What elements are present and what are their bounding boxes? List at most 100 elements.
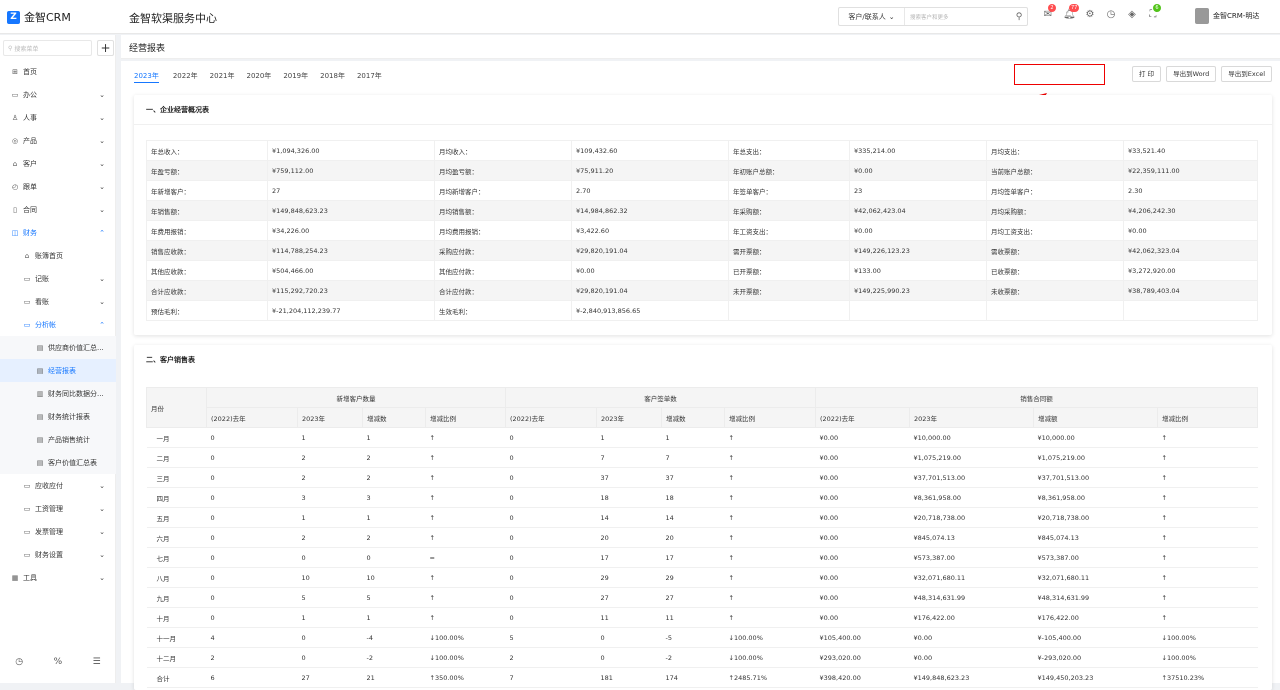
sidebar-item-product[interactable]: ◎ 产品 ⌄ xyxy=(0,129,116,152)
tab-2019[interactable]: 2019年 xyxy=(277,69,314,83)
summary-value: ¥1,094,326.00 xyxy=(267,140,435,161)
sidebar: ⚲ 搜索菜单 + ⊞ 首页 ▭ 办公 ⌄ ♙ 人事 ⌄ ◎ 产品 ⌄ ⌂ 客户 ⌄ ◴ 跟单 ⌄ ▯ 合同… xyxy=(0,35,116,683)
logo[interactable]: Z 金智CRM xyxy=(7,9,71,25)
search-type-select[interactable]: 客户/联系人 ⌄ xyxy=(839,8,905,25)
sidebar-item-tools[interactable]: ▦ 工具 ⌄ xyxy=(0,566,116,589)
skin-icon[interactable]: ◈ xyxy=(1126,9,1138,21)
table-cell: ↑ xyxy=(724,467,816,488)
summary-row: 年总收入： ¥1,094,326.00 月均收入： ¥109,432.60 年总支出： ¥… xyxy=(146,140,1258,161)
table-row: 八月 0 10 10 ↑ 0 29 29 ↑ ¥0.00 ¥32,071,680.11 ¥32,071… xyxy=(146,567,1258,588)
sub-header: 增减额 xyxy=(1033,407,1158,428)
table-cell: ¥-293,020.00 xyxy=(1033,647,1158,668)
summary-value: 27 xyxy=(267,180,435,201)
table-cell: 7 xyxy=(596,447,662,468)
bell-icon[interactable]: 🔔︎ 77 xyxy=(1063,4,1080,21)
sidebar-item-label: 应收应付 xyxy=(35,481,63,490)
sidebar-item-customer[interactable]: ⌂ 客户 ⌄ xyxy=(0,152,116,175)
summary-label: 年采购额： xyxy=(728,200,850,221)
table-cell: ↑ xyxy=(425,607,506,628)
sidebar-item-finance-yoy[interactable]: ▥ 财务同比数据分... xyxy=(0,382,116,405)
table-cell: ¥0.00 xyxy=(815,527,910,548)
month-header: 月份 xyxy=(146,387,207,428)
table-cell: ↑ xyxy=(724,547,816,568)
sidebar-item-record[interactable]: ▭ 记账 ⌄ xyxy=(0,267,116,290)
add-button[interactable]: + xyxy=(97,40,114,56)
sidebar-item-receivable[interactable]: ▭ 应收应付 ⌄ xyxy=(0,474,116,497)
search-icon[interactable]: ⚲ xyxy=(1011,8,1027,25)
table-cell: 3 xyxy=(297,487,363,508)
chevron-down-icon: ⌄ xyxy=(99,182,105,191)
sidebar-item-finance-settings[interactable]: ▭ 财务设置 ⌄ xyxy=(0,543,116,566)
export-excel-button[interactable]: 导出到Excel xyxy=(1221,66,1272,82)
menu-search-input[interactable]: ⚲ 搜索菜单 xyxy=(3,40,92,56)
month-cell: 三月 xyxy=(146,467,207,488)
settings-icon[interactable]: ⚙ xyxy=(1084,9,1096,21)
sidebar-item-finance-stats[interactable]: ▤ 财务统计报表 xyxy=(0,405,116,428)
main-area: 经营报表 2023年 2022年 2021年 2020年 2019年 2018年… xyxy=(121,35,1280,690)
sidebar-item-business-report[interactable]: ▤ 经营报表 xyxy=(0,359,116,382)
summary-label xyxy=(728,300,850,321)
sub-header: (2022)去年 xyxy=(505,407,597,428)
percent-icon[interactable]: % xyxy=(54,657,63,667)
sidebar-item-supplier-value[interactable]: ▤ 供应商价值汇总... xyxy=(0,336,116,359)
settings-icon: ▭ xyxy=(23,550,31,559)
summary-row: 预估毛利： ¥-21,204,112,239.77 生效毛利： ¥-2,840,913… xyxy=(146,300,1258,321)
table-cell: 29 xyxy=(661,567,725,588)
table-cell: 14 xyxy=(596,507,662,528)
search-input[interactable]: 搜索客户和更多 xyxy=(905,13,1011,21)
sub-header: 增减数 xyxy=(362,407,426,428)
sidebar-item-label: 合同 xyxy=(23,205,37,214)
export-word-button[interactable]: 导出到Word xyxy=(1166,66,1217,82)
table-cell: 37 xyxy=(596,467,662,488)
table-cell: ¥37,701,513.00 xyxy=(1033,467,1158,488)
summary-label: 合计应收款： xyxy=(146,280,268,301)
chevron-down-icon: ⌄ xyxy=(99,527,105,536)
book-icon: ⌂ xyxy=(24,251,30,260)
tab-2018[interactable]: 2018年 xyxy=(314,69,351,83)
table-cell: 0 xyxy=(596,627,662,648)
sidebar-item-finance[interactable]: ◫ 财务 ⌃ xyxy=(0,221,116,244)
table-cell: 0 xyxy=(206,427,298,448)
sidebar-item-customer-value[interactable]: ▤ 客户价值汇总表 xyxy=(0,451,116,474)
sidebar-item-office[interactable]: ▭ 办公 ⌄ xyxy=(0,83,116,106)
table-cell: ↓100.00% xyxy=(425,647,506,668)
summary-value: ¥504,466.00 xyxy=(267,260,435,281)
sidebar-item-view[interactable]: ▭ 看账 ⌄ xyxy=(0,290,116,313)
sidebar-item-follow[interactable]: ◴ 跟单 ⌄ xyxy=(0,175,116,198)
tab-2021[interactable]: 2021年 xyxy=(204,69,241,83)
tab-2022[interactable]: 2022年 xyxy=(167,69,204,83)
sidebar-item-product-sales[interactable]: ▤ 产品销售统计 xyxy=(0,428,116,451)
sidebar-item-analysis[interactable]: ▭ 分析帐 ⌃ xyxy=(0,313,116,336)
sidebar-item-invoice[interactable]: ▭ 发票管理 ⌄ xyxy=(0,520,116,543)
month-cell: 一月 xyxy=(146,427,207,448)
history-icon[interactable]: ◷ xyxy=(15,657,23,667)
table-cell: ↑ xyxy=(425,447,506,468)
sidebar-item-hr[interactable]: ♙ 人事 ⌄ xyxy=(0,106,116,129)
table-cell: 20 xyxy=(661,527,725,548)
table-cell: -4 xyxy=(362,627,426,648)
sidebar-item-salary[interactable]: ▭ 工资管理 ⌄ xyxy=(0,497,116,520)
sidebar-item-contract[interactable]: ▯ 合同 ⌄ xyxy=(0,198,116,221)
tab-2023[interactable]: 2023年 xyxy=(134,69,159,83)
sidebar-item-home[interactable]: ⊞ 首页 xyxy=(0,60,116,83)
table-cell: 10 xyxy=(297,567,363,588)
user-menu[interactable]: 金智CRM-明达 xyxy=(1195,8,1259,24)
print-button[interactable]: 打 印 xyxy=(1131,66,1162,82)
table-cell: ¥32,071,680.11 xyxy=(1033,567,1158,588)
month-cell: 十月 xyxy=(146,607,207,628)
sidebar-item-book-home[interactable]: ⌂ 账簿首页 xyxy=(0,244,116,267)
message-icon[interactable]: ✉ 2 xyxy=(1042,4,1056,21)
tab-2017[interactable]: 2017年 xyxy=(351,69,388,83)
table-row: 三月 0 2 2 ↑ 0 37 37 ↑ ¥0.00 ¥37,701,513.00 ¥37,701,5… xyxy=(146,467,1258,488)
month-cell: 五月 xyxy=(146,507,207,528)
sub-header: 增减比例 xyxy=(425,407,506,428)
clock-icon[interactable]: ◷ xyxy=(1105,9,1117,21)
collapse-menu-icon[interactable]: ☰ xyxy=(93,657,101,667)
tab-2020[interactable]: 2020年 xyxy=(240,69,277,83)
table-cell: ↑ xyxy=(1157,607,1258,628)
summary-label: 月均支出： xyxy=(986,140,1124,161)
table-cell: 0 xyxy=(596,647,662,668)
table-cell: ↑ xyxy=(724,447,816,468)
gift-icon[interactable]: ⛶ 6 xyxy=(1147,4,1161,21)
table-cell: ¥0.00 xyxy=(909,647,1034,668)
